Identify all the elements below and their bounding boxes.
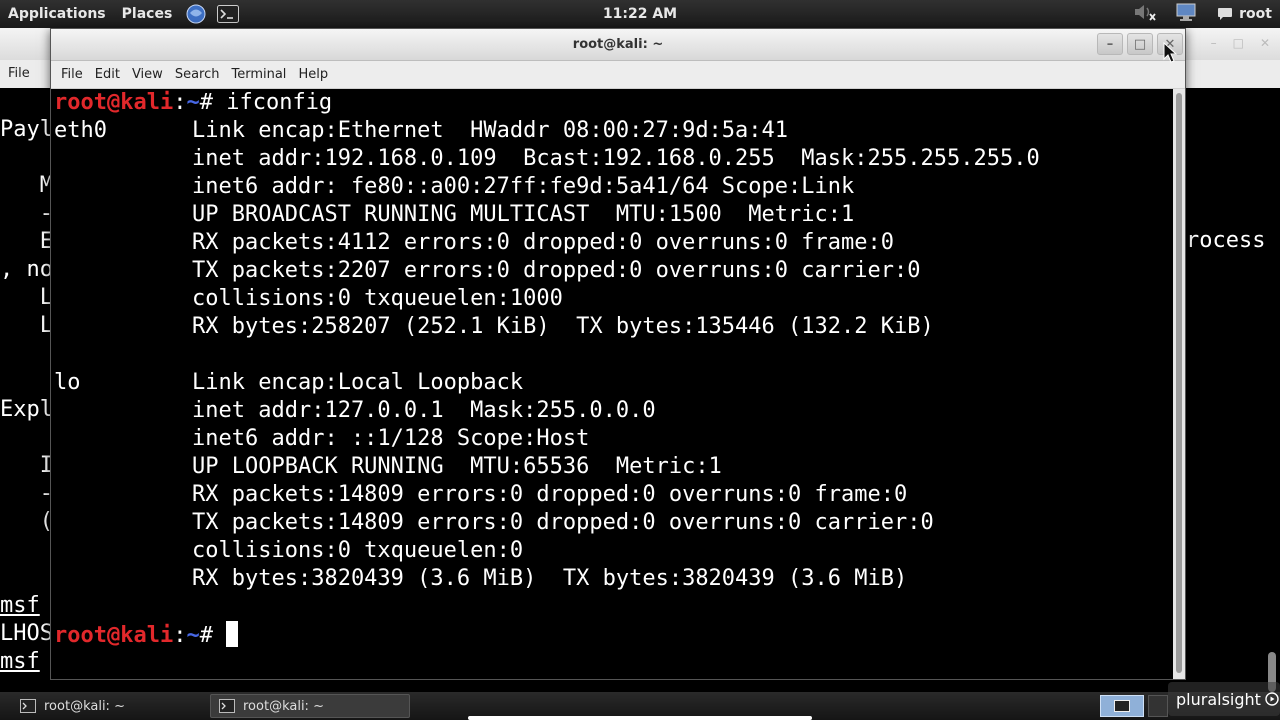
interface-detail: inet addr:192.168.0.109 Bcast:192.168.0.… <box>192 146 1040 171</box>
maximize-icon: □ <box>1133 36 1147 52</box>
places-menu[interactable]: Places <box>114 0 181 28</box>
background-line: I <box>0 453 53 478</box>
minimize-button[interactable]: – <box>1097 33 1123 55</box>
prompt-path: ~ <box>186 90 200 115</box>
prompt-line[interactable]: root@kali:~# <box>54 621 239 650</box>
interface-detail: Link encap:Ethernet HWaddr 08:00:27:9d:5… <box>192 118 789 143</box>
background-line: ( <box>0 509 53 534</box>
scrollbar[interactable] <box>1173 89 1185 679</box>
interface-detail: Link encap:Local Loopback <box>192 370 524 395</box>
terminal-icon <box>1114 700 1130 712</box>
output-line: lo Link encap:Local Loopback <box>54 369 523 397</box>
background-line: E <box>0 229 53 254</box>
menu-edit[interactable]: Edit <box>89 61 126 89</box>
workspace-switcher-1[interactable] <box>1100 695 1144 717</box>
background-line: msf <box>0 649 40 674</box>
user-name: root <box>1239 6 1272 22</box>
background-file-menu[interactable]: File <box>8 66 30 81</box>
menu-search[interactable]: Search <box>169 61 226 89</box>
taskbar-item-active[interactable]: root@kali: ~ <box>210 694 410 718</box>
minimize-icon: – <box>1106 36 1114 52</box>
interface-detail: inet6 addr: fe80::a00:27ff:fe9d:5a41/64 … <box>192 174 855 199</box>
window-title: root@kali: ~ <box>572 37 664 52</box>
prompt-separator: : <box>173 623 187 648</box>
interface-detail: TX packets:14809 errors:0 dropped:0 over… <box>192 510 934 535</box>
background-line: Payl <box>0 117 53 142</box>
interface-detail: RX bytes:258207 (252.1 KiB) TX bytes:135… <box>192 314 934 339</box>
taskbar-item[interactable]: root@kali: ~ <box>12 694 202 718</box>
command-text: ifconfig <box>226 90 333 115</box>
workspace-switcher-2[interactable] <box>1148 695 1168 717</box>
terminal-launcher-icon[interactable] <box>216 3 240 25</box>
interface-name: eth0 <box>54 118 107 143</box>
interface-name: lo <box>54 370 81 395</box>
prompt-symbol: # <box>199 90 227 115</box>
background-line: M <box>0 173 53 198</box>
watermark-text: pluralsight <box>1176 689 1261 709</box>
menubar: File Edit View Search Terminal Help <box>51 61 1185 89</box>
volume-muted-icon[interactable] <box>1133 2 1157 26</box>
pluralsight-watermark: pluralsight <box>1168 682 1280 716</box>
interface-detail: RX packets:4112 errors:0 dropped:0 overr… <box>192 230 894 255</box>
prompt-path: ~ <box>186 623 200 648</box>
chat-icon <box>1218 8 1233 20</box>
terminal-icon <box>219 699 235 713</box>
prompt-separator: : <box>173 90 187 115</box>
background-line: L <box>0 313 53 338</box>
network-icon[interactable] <box>1175 2 1199 26</box>
maximize-button[interactable]: □ <box>1127 33 1153 55</box>
scrollbar-thumb[interactable] <box>1176 93 1182 673</box>
background-line: Expl <box>0 397 53 422</box>
interface-detail: TX packets:2207 errors:0 dropped:0 overr… <box>192 258 921 283</box>
background-right-text: rocess <box>1186 228 1266 253</box>
interface-detail: UP BROADCAST RUNNING MULTICAST MTU:1500 … <box>192 202 855 227</box>
interface-detail: UP LOOPBACK RUNNING MTU:65536 Metric:1 <box>192 454 722 479</box>
interface-detail: inet addr:127.0.0.1 Mask:255.0.0.0 <box>192 398 656 423</box>
terminal-window[interactable]: root@kali: ~ – □ ✕ File Edit View Search… <box>50 28 1186 680</box>
background-line: LHOS <box>0 621 53 646</box>
top-panel: Applications Places 11:22 AM root <box>0 0 1280 28</box>
background-line: - <box>0 481 53 506</box>
prompt-user: root@kali <box>54 90 174 115</box>
menu-view[interactable]: View <box>126 61 169 89</box>
interface-detail: RX bytes:3820439 (3.6 MiB) TX bytes:3820… <box>192 566 908 591</box>
taskbar-item-label: root@kali: ~ <box>243 698 324 714</box>
menu-help[interactable]: Help <box>292 61 334 89</box>
background-window-controls: – □ ✕ <box>1210 36 1270 50</box>
output-line: eth0 Link encap:Ethernet HWaddr 08:00:27:… <box>54 117 788 145</box>
text-cursor <box>226 621 239 647</box>
prompt-symbol: # <box>199 623 227 648</box>
taskbar-item-label: root@kali: ~ <box>44 698 125 714</box>
mouse-pointer-icon <box>1163 42 1177 63</box>
prompt-line: root@kali:~# ifconfig <box>54 89 332 117</box>
titlebar[interactable]: root@kali: ~ – □ ✕ <box>51 29 1185 61</box>
interface-detail: collisions:0 txqueuelen:0 <box>192 538 524 563</box>
interface-detail: collisions:0 txqueuelen:1000 <box>192 286 563 311</box>
terminal-output[interactable]: root@kali:~# ifconfig eth0 Link encap:Eth… <box>51 89 1173 679</box>
video-scrub-bar[interactable] <box>468 716 812 720</box>
interface-detail: inet6 addr: ::1/128 Scope:Host <box>192 426 590 451</box>
user-menu[interactable]: root <box>1217 6 1272 22</box>
background-line: - <box>0 201 53 226</box>
menu-file[interactable]: File <box>55 61 89 89</box>
background-line: , no <box>0 257 53 282</box>
browser-icon[interactable] <box>184 3 208 25</box>
menu-terminal[interactable]: Terminal <box>225 61 292 89</box>
clock[interactable]: 11:22 AM <box>603 6 677 22</box>
play-icon <box>1265 692 1279 706</box>
applications-menu[interactable]: Applications <box>0 0 114 28</box>
prompt-user: root@kali <box>54 623 174 648</box>
interface-detail: RX packets:14809 errors:0 dropped:0 over… <box>192 482 908 507</box>
background-line: L <box>0 285 53 310</box>
terminal-icon <box>20 699 36 713</box>
background-line: msf <box>0 593 40 618</box>
